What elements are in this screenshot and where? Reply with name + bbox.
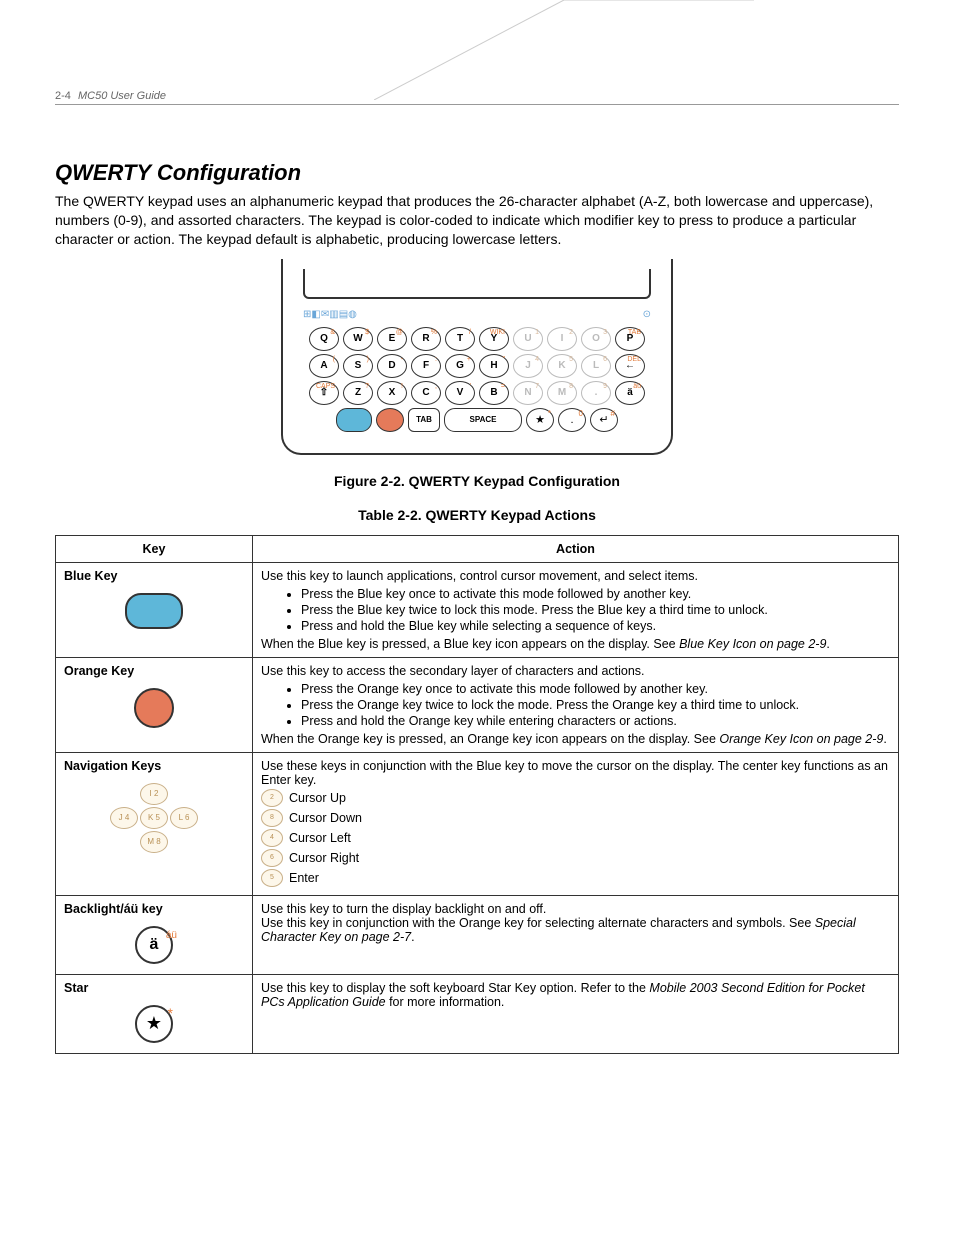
orange-key	[376, 408, 404, 432]
backlight-key-icon: äáü	[135, 926, 173, 964]
tab-key: TAB	[408, 408, 440, 432]
space-key: SPACE	[444, 408, 522, 432]
keypad-key: S)	[343, 354, 373, 378]
keypad-key: J4	[513, 354, 543, 378]
keypad-key: ←DEL	[615, 354, 645, 378]
keypad-key: W$	[343, 327, 373, 351]
header-corner-decor	[374, 0, 754, 100]
blue-key-icon	[125, 593, 183, 629]
keypad-key: B=	[479, 381, 509, 405]
keypad-key: ⇧CAPS	[309, 381, 339, 405]
row-backlight-key: Backlight/áü key äáü Use this key to tur…	[56, 895, 899, 974]
th-key: Key	[56, 535, 253, 562]
section-title: QWERTY Configuration	[55, 160, 899, 186]
keypad-key: O3	[581, 327, 611, 351]
intro-paragraph: The QWERTY keypad uses an alphanumeric k…	[55, 192, 899, 249]
dot-key: .0	[558, 408, 586, 432]
keypad-key: Z?	[343, 381, 373, 405]
keypad-actions-table: Key Action Blue Key Use this key to laun…	[55, 535, 899, 1054]
blue-key	[336, 408, 372, 432]
keypad-key: PTAB	[615, 327, 645, 351]
keypad-key: I2	[547, 327, 577, 351]
figure-caption: Figure 2-2. QWERTY Keypad Configuration	[55, 473, 899, 489]
keypad-key: V'	[445, 381, 475, 405]
keypad-key: ääü	[615, 381, 645, 405]
keypad-key: C,	[411, 381, 441, 405]
keypad-key: L6	[581, 354, 611, 378]
guide-title: MC50 User Guide	[78, 90, 166, 102]
star-key: ★*	[526, 408, 554, 432]
navigation-pad-icon: I 2 J 4K 5L 6 M 8	[110, 783, 198, 853]
keypad-key: F:	[411, 354, 441, 378]
row-blue-key: Blue Key Use this key to launch applicat…	[56, 562, 899, 657]
keypad-key: X!	[377, 381, 407, 405]
keypad-key: A(	[309, 354, 339, 378]
page-header: 2-4 MC50 User Guide	[55, 90, 899, 105]
row-orange-key: Orange Key Use this key to access the se…	[56, 657, 899, 752]
keypad-key: D-	[377, 354, 407, 378]
keypad-key: H"	[479, 354, 509, 378]
keypad-key: R%	[411, 327, 441, 351]
keypad-key: G+	[445, 354, 475, 378]
keypad-key: U1	[513, 327, 543, 351]
figure-keypad: ⊞◧✉▥▤◍ ⊙ Q&W$E@R%T/YWIKIU1I2O3PTAB A(S)D…	[55, 259, 899, 455]
page-number: 2-4	[55, 90, 71, 102]
keypad-key: K5	[547, 354, 577, 378]
keypad-key: N7	[513, 381, 543, 405]
keypad-key: T/	[445, 327, 475, 351]
row-star-key: Star ★* Use this key to display the soft…	[56, 974, 899, 1053]
orange-key-icon	[134, 688, 174, 728]
keypad-key: .9	[581, 381, 611, 405]
enter-key: ↵#	[590, 408, 618, 432]
th-action: Action	[253, 535, 899, 562]
table-caption: Table 2-2. QWERTY Keypad Actions	[55, 507, 899, 523]
row-navigation-keys: Navigation Keys I 2 J 4K 5L 6 M 8 Use th…	[56, 752, 899, 895]
keypad-key: Q&	[309, 327, 339, 351]
keypad-key: E@	[377, 327, 407, 351]
keypad-key: YWIKI	[479, 327, 509, 351]
star-key-icon: ★*	[135, 1005, 173, 1043]
keypad-key: M8	[547, 381, 577, 405]
